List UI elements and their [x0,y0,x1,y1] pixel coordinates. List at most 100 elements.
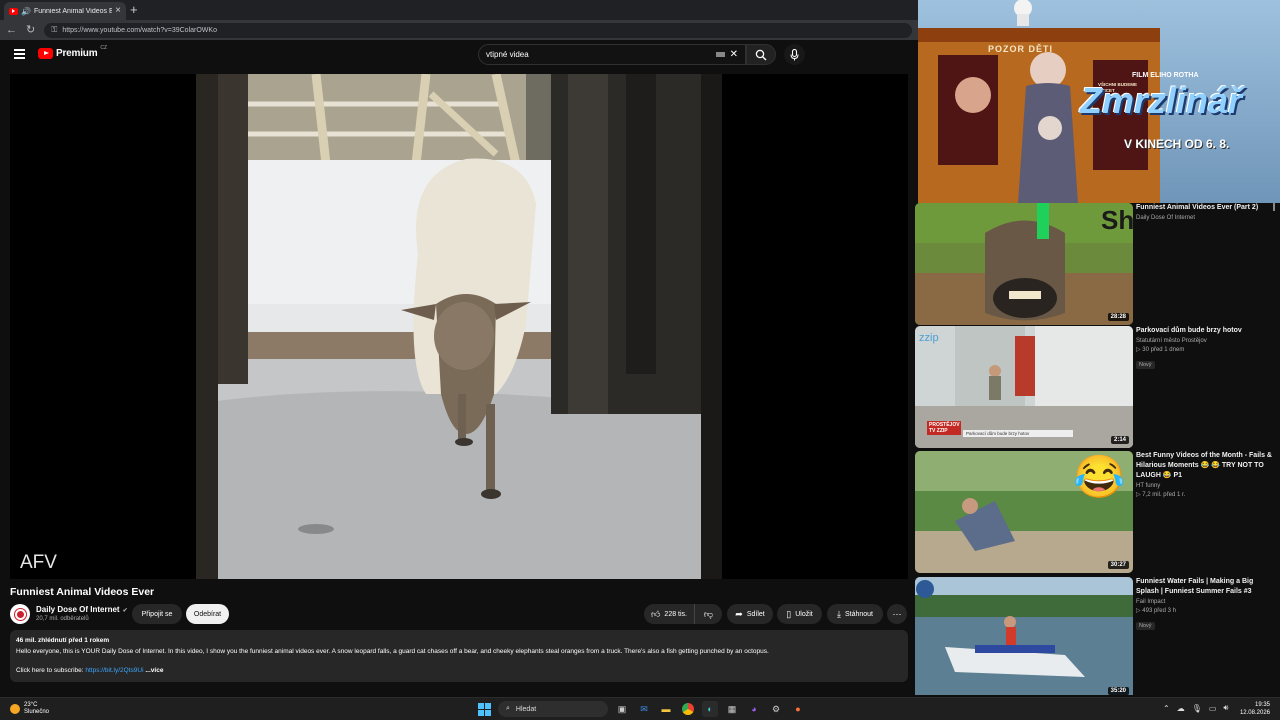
settings-app-icon[interactable]: ⚙ [768,701,784,717]
clear-search-icon[interactable]: ✕ [730,49,738,60]
address-toolbar: ← ↻ ⚿ https://www.youtube.com/watch?v=39… [0,20,918,40]
subscriber-count: 20,7 mil. odběratelů [36,616,89,622]
description-box[interactable]: 46 mil. zhlédnutí před 1 rokem Hello eve… [10,630,908,682]
new-badge: Nový [1136,361,1155,369]
search-icon [755,49,767,60]
dislike-button[interactable]: 👎︎ [694,604,722,624]
video-frame [196,74,722,579]
video-thumbnail[interactable]: 😂 30:27 [915,451,1133,573]
date: 12.08.2026 [1239,710,1270,716]
messenger-icon[interactable]: ◕ [746,701,762,717]
speaker-icon[interactable]: 🔊 [21,7,31,16]
thumbs-down-icon: 👎︎ [703,608,714,619]
subscribe-button[interactable]: Odebírat [186,604,229,624]
share-label: Sdílet [746,610,765,618]
recommendation-title[interactable]: Best Funny Videos of the Month - Fails &… [1136,451,1276,481]
firefox-icon[interactable]: ● [790,701,806,717]
video-player[interactable]: AFV [10,74,908,579]
search-button[interactable] [746,44,776,65]
youtube-premium-logo[interactable]: Premium CZ [38,44,108,59]
logo-country: CZ [100,44,108,51]
voice-search-button[interactable] [784,44,805,65]
new-badge: Nový [1136,622,1155,630]
store-icon[interactable]: ▦ [724,701,740,717]
clock[interactable]: 19:35 12.08.2026 [1236,701,1270,717]
recommendation-title[interactable]: Funniest Animal Videos Ever (Part 2) [1136,203,1276,213]
afv-watermark: AFV [20,552,57,573]
chevron-up-icon[interactable]: ⌃ [1163,704,1170,713]
download-button[interactable]: ⤓ Stáhnout [827,604,883,624]
scrollbar-thumb[interactable] [1273,203,1275,211]
recommendation-item[interactable]: 😂 30:27 Best Funny Videos of the Month -… [915,451,1280,573]
close-tab-icon[interactable]: × [115,6,121,16]
system-tray: ⌃ ☁ 🎙︎ ▭ 🔊︎ [1163,703,1228,713]
recommendation-item[interactable]: Shutterstock 28:28 Funniest Animal Video… [915,203,1280,325]
url-bar[interactable]: ⚿ https://www.youtube.com/watch?v=39Cola… [44,22,912,38]
video-duration: 30:27 [1107,561,1129,569]
search-query: vtipné videa [486,50,529,59]
video-thumbnail[interactable]: 35:20 [915,577,1133,695]
more-actions-button[interactable]: ⋯ [887,604,907,624]
taskbar-search[interactable]: ⌕ Hledat [498,701,608,717]
recommendation-meta: ▷ 30 před 1 dnem [1136,346,1276,353]
recommendation-views: 7,2 mil. před 1 r. [1142,492,1186,498]
browser-tab-strip: 🔊 Funniest Animal Videos Ever × + [0,0,918,20]
recommendation-item[interactable]: 35:20 Funniest Water Fails | Making a Bi… [915,577,1280,695]
recommendations-list: Shutterstock 28:28 Funniest Animal Video… [915,203,1280,695]
share-button[interactable]: ➦ Sdílet [727,604,773,624]
zzip-logo: zzip [919,332,939,344]
back-arrow-icon[interactable]: ← [6,24,17,36]
show-more-link[interactable]: ...více [145,667,163,674]
menu-icon[interactable] [14,49,25,61]
task-view-icon[interactable]: ▣ [614,701,630,717]
movie-advertisement[interactable]: POZOR DĚTI VŠICHNI BUDEME KRICET FILM EL… [918,0,1280,203]
recommendation-views: 493 před 3 h [1142,608,1176,614]
channel-name[interactable]: Daily Dose Of Internet ✔ [36,605,128,614]
subscribe-line: Click here to subscribe: https://bit.ly/… [16,667,902,674]
new-tab-icon[interactable]: + [130,3,138,16]
recommendation-channel[interactable]: HT funny [1136,483,1276,489]
weather-text: 23°C Slunečno [24,702,49,716]
more-icon: ⋯ [892,608,902,619]
taskbar-apps: ⌕ Hledat ▣ ✉ ▬ ◐ ▦ ◕ ⚙ ● [476,701,806,717]
recommendation-views: 30 před 1 dnem [1142,347,1185,353]
chrome-icon[interactable] [680,701,696,717]
browser-tab[interactable]: 🔊 Funniest Animal Videos Ever × [4,2,126,20]
recommendation-channel[interactable]: Statutární město Prostějov [1136,338,1276,344]
recommendation-item[interactable]: zzip PROSTĚJOV TV ZZIP Parkovací dům bud… [915,326,1280,448]
search-input[interactable]: vtipné videa ✕ [478,44,746,65]
reload-icon[interactable]: ↻ [26,24,35,36]
recommendations-scrollbar[interactable] [1272,203,1276,695]
recommendation-title[interactable]: Parkovací dům bude brzy hotov [1136,326,1276,336]
video-title: Funniest Animal Videos Ever [10,586,155,598]
time: 19:35 [1254,702,1270,708]
subscribe-link[interactable]: https://bit.ly/2Qts9Ui [85,667,143,674]
file-explorer-icon[interactable]: ▬ [658,701,674,717]
outlook-icon[interactable]: ✉ [636,701,652,717]
microphone-icon [790,48,799,60]
edge-icon[interactable]: ◐ [702,701,718,717]
youtube-play-icon [38,48,53,59]
keyboard-icon[interactable] [715,52,725,57]
save-button[interactable]: ▯ Uložit [777,604,822,624]
like-button[interactable]: 👍︎ 228 tis. [644,604,694,624]
start-icon[interactable] [476,701,492,717]
volume-icon[interactable]: 🔊︎ [1223,703,1228,713]
view-count-and-date: 46 mil. zhlédnutí před 1 rokem [16,637,110,644]
cloud-icon[interactable]: ☁ [1177,704,1185,713]
channel-avatar[interactable] [10,604,30,624]
site-info-icon[interactable]: ⚿ [51,25,57,35]
join-button[interactable]: Připojit se [132,604,182,624]
weather-widget[interactable]: 23°C Slunečno [10,702,49,716]
video-thumbnail[interactable]: zzip PROSTĚJOV TV ZZIP Parkovací dům bud… [915,326,1133,448]
video-thumbnail[interactable]: Shutterstock 28:28 [915,203,1133,325]
taskbar-search-label: Hledat [515,705,537,713]
subscribe-prefix: Click here to subscribe: [16,667,86,674]
recommendation-channel[interactable]: Fail Impact [1136,599,1276,605]
recommendation-channel[interactable]: Daily Dose Of Internet [1136,215,1276,221]
recommendation-title[interactable]: Funniest Water Fails | Making a Big Spla… [1136,577,1276,597]
verified-icon: ✔ [122,608,128,614]
microphone-tray-icon[interactable]: 🎙︎ [1192,704,1202,713]
display-icon[interactable]: ▭ [1209,704,1217,713]
video-duration: 28:28 [1107,313,1129,321]
